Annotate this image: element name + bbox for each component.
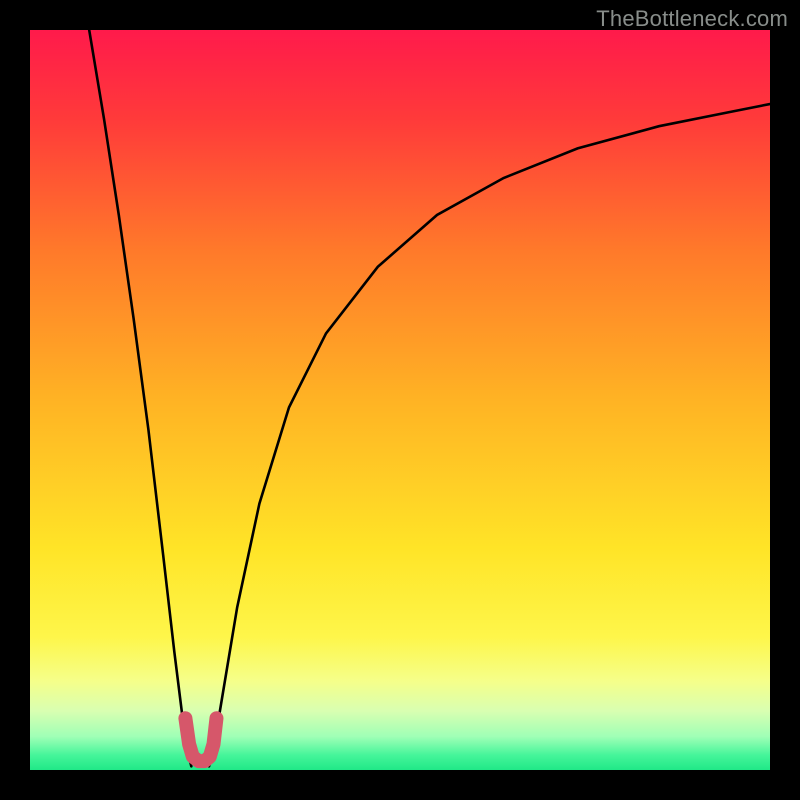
u-marker	[185, 718, 216, 761]
plot-area	[30, 30, 770, 770]
curve-right	[209, 104, 770, 766]
curve-layer	[30, 30, 770, 770]
chart-frame: TheBottleneck.com	[0, 0, 800, 800]
watermark-text: TheBottleneck.com	[596, 6, 788, 32]
curve-left	[89, 30, 191, 766]
